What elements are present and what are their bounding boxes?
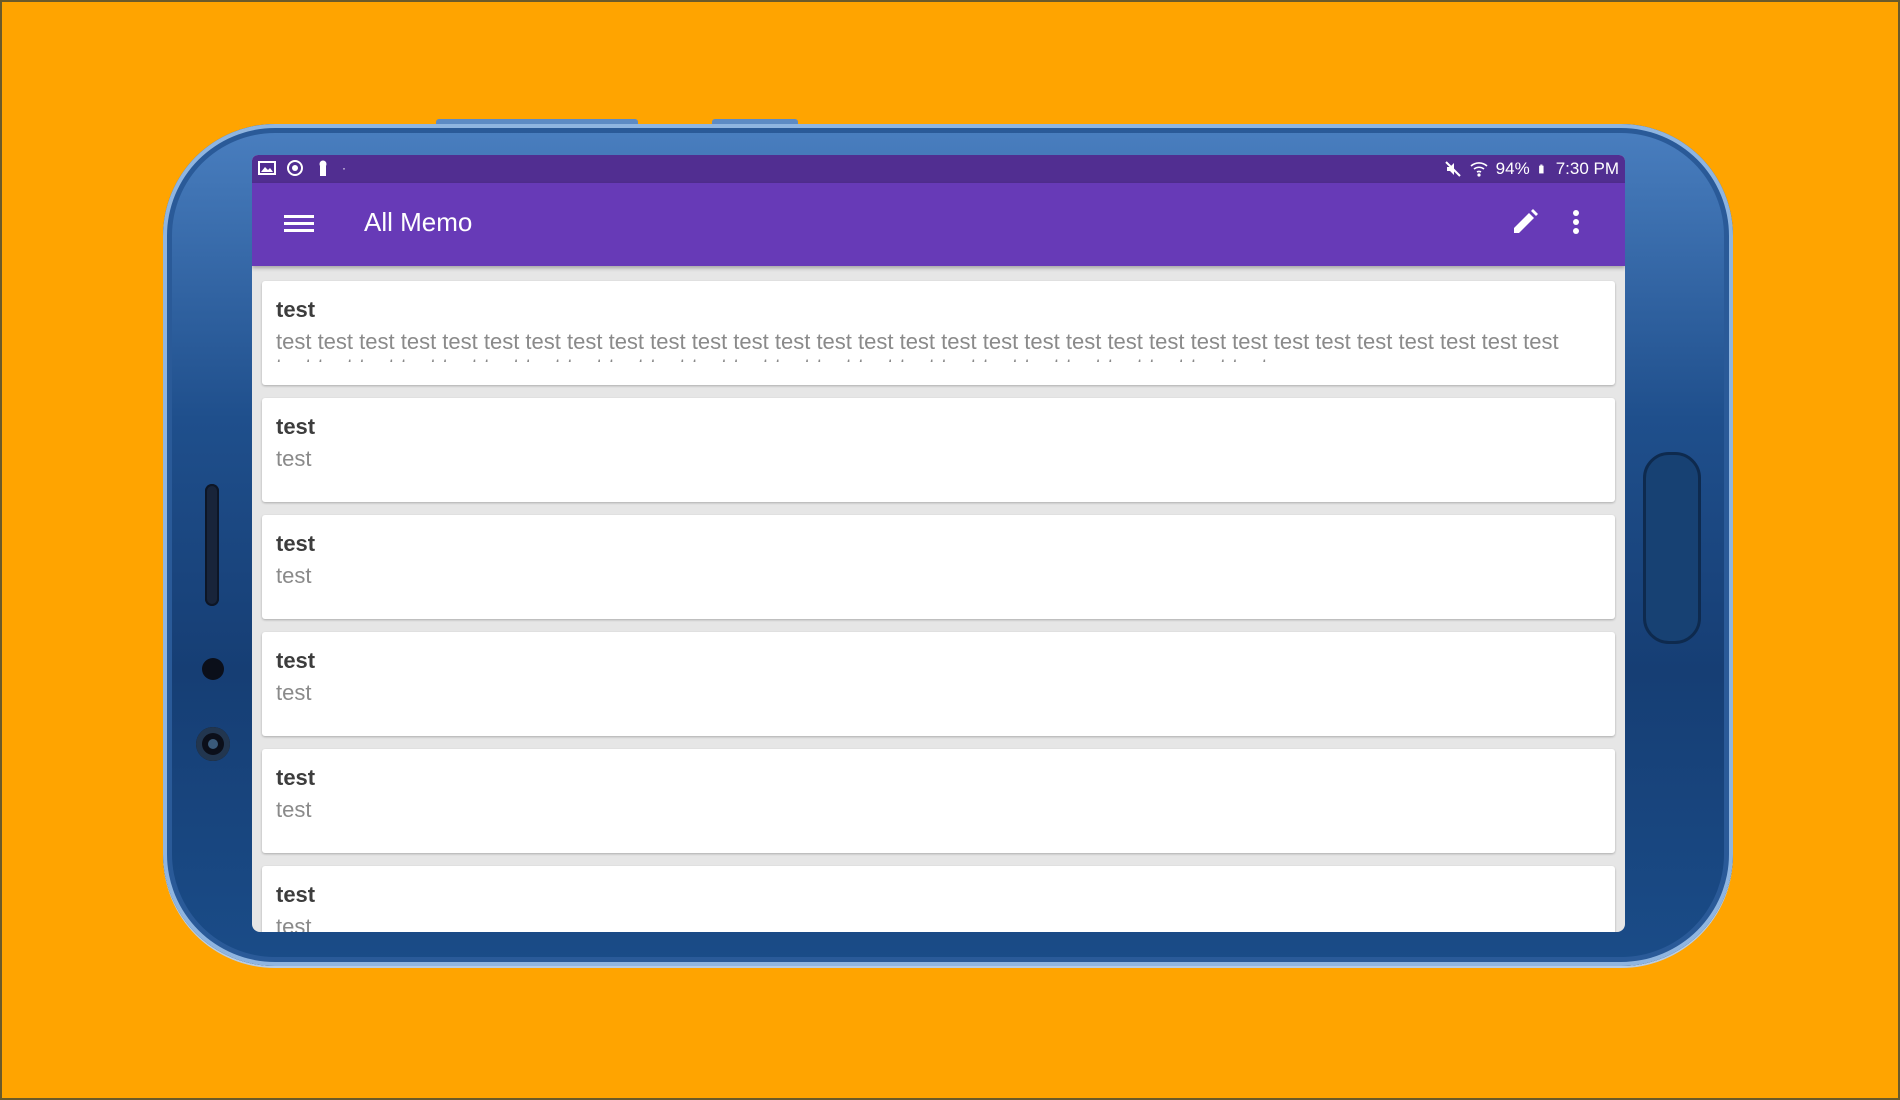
status-bar: · 94% 7:30 PM	[252, 155, 1625, 183]
pencil-icon[interactable]	[1510, 207, 1540, 237]
memo-card[interactable]: test test	[262, 866, 1615, 932]
memo-body: test	[276, 914, 312, 932]
memo-card[interactable]: test test	[262, 749, 1615, 853]
memo-card[interactable]: test test test test test test test test …	[262, 281, 1615, 385]
memo-body: test test test test test test test test …	[276, 329, 1559, 362]
memo-title: test	[276, 765, 316, 790]
memo-card[interactable]: test test	[262, 515, 1615, 619]
status-right-icons: 94% 7:30 PM	[1444, 159, 1619, 179]
battery-icon	[1538, 164, 1544, 174]
memo-body: test	[276, 446, 312, 471]
clock: 7:30 PM	[1555, 159, 1619, 178]
mute-icon	[1444, 161, 1461, 177]
status-left-icons: ·	[258, 159, 346, 177]
memo-title: test	[276, 648, 316, 673]
memo-title: test	[276, 414, 316, 439]
memo-title: test	[276, 531, 316, 556]
hamburger-menu-icon[interactable]	[284, 211, 314, 235]
proximity-sensor	[202, 658, 224, 680]
memo-card[interactable]: test test	[262, 398, 1615, 502]
image-icon	[258, 161, 276, 175]
memo-list: test test test test test test test test …	[262, 281, 1615, 932]
home-button[interactable]	[1643, 452, 1701, 644]
front-camera	[196, 727, 230, 761]
page-title: All Memo	[364, 207, 473, 237]
wifi-icon	[1470, 162, 1488, 177]
memo-card[interactable]: test test	[262, 632, 1615, 736]
memo-body: test	[276, 680, 312, 705]
memo-body: test	[276, 563, 312, 588]
memo-body: test	[276, 797, 312, 822]
status-dot: ·	[342, 161, 346, 175]
memo-title: test	[276, 297, 316, 322]
alarm-icon	[287, 160, 303, 176]
app-bar: All Memo	[252, 183, 1625, 266]
phone-screen: · 94% 7:30 PM All Memo test test test te…	[252, 155, 1625, 932]
battery-percent: 94%	[1495, 159, 1530, 178]
keyhole-icon	[319, 160, 327, 176]
memo-title: test	[276, 882, 316, 907]
speaker-grille	[205, 484, 219, 606]
more-vert-icon[interactable]	[1568, 207, 1584, 237]
